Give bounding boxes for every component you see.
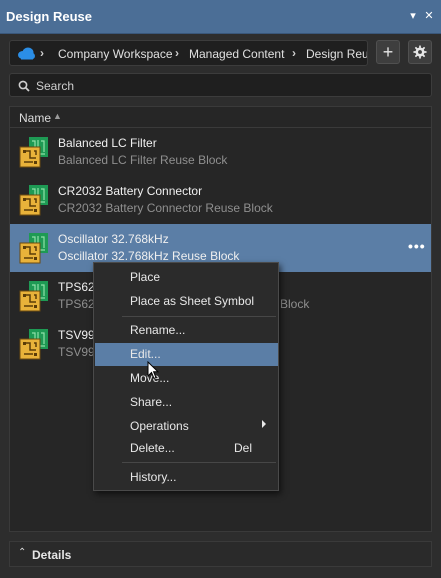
menu-item-label: Edit... xyxy=(130,347,161,361)
item-name: CR2032 Battery Connector xyxy=(58,184,203,198)
reuse-block-icon xyxy=(19,281,48,312)
menu-separator xyxy=(122,462,276,463)
breadcrumb-separator: › xyxy=(40,46,44,60)
submenu-arrow-icon xyxy=(262,420,266,428)
column-header-name[interactable]: Name xyxy=(19,111,51,125)
breadcrumb-item-managed-content[interactable]: Managed Content xyxy=(189,47,284,61)
reuse-block-icon xyxy=(19,329,48,360)
breadcrumb: › Company Workspace › Managed Content › … xyxy=(9,40,368,66)
menu-item-edit[interactable]: Edit... xyxy=(95,343,278,366)
list-item[interactable]: CR2032 Battery Connector CR2032 Battery … xyxy=(10,176,431,224)
item-description: Oscillator 32.768kHz Reuse Block xyxy=(58,249,240,263)
menu-separator xyxy=(122,316,276,317)
menu-item-label: Place as Sheet Symbol xyxy=(130,294,255,308)
reuse-block-icon xyxy=(19,185,48,216)
reuse-block-icon xyxy=(19,233,48,264)
details-label: Details xyxy=(32,548,72,562)
breadcrumb-item-company-workspace[interactable]: Company Workspace xyxy=(58,47,173,61)
search-input[interactable] xyxy=(36,77,416,95)
gear-icon xyxy=(413,45,427,59)
plus-icon: + xyxy=(382,42,394,62)
cloud-icon[interactable] xyxy=(16,46,36,63)
item-name: Balanced LC Filter xyxy=(58,136,157,150)
search-icon xyxy=(18,80,30,92)
panel-menu-dropdown-icon[interactable]: ▾ xyxy=(406,9,420,23)
breadcrumb-item-design-reuse[interactable]: Design Reuse xyxy=(306,47,367,61)
reuse-block-icon xyxy=(19,137,48,168)
list-header: Name ▲ xyxy=(10,107,431,128)
breadcrumb-separator: › xyxy=(292,46,296,60)
item-name: Oscillator 32.768kHz xyxy=(58,232,169,246)
menu-item-history[interactable]: History... xyxy=(95,466,278,489)
panel-title: Design Reuse xyxy=(6,9,92,24)
menu-item-place-as-sheet-symbol[interactable]: Place as Sheet Symbol xyxy=(95,290,278,313)
menu-item-place[interactable]: Place xyxy=(95,266,278,289)
item-description: CR2032 Battery Connector Reuse Block xyxy=(58,201,273,215)
breadcrumb-separator: › xyxy=(175,46,179,60)
mouse-pointer-icon xyxy=(147,361,159,380)
menu-item-label: Delete... xyxy=(130,441,175,455)
menu-item-label: Share... xyxy=(130,395,173,409)
menu-item-operations[interactable]: Operations xyxy=(95,415,278,438)
menu-item-label: History... xyxy=(130,470,177,484)
menu-item-share[interactable]: Share... xyxy=(95,391,278,414)
search-box xyxy=(9,73,432,97)
add-button[interactable]: + xyxy=(376,40,400,64)
list-item[interactable]: Balanced LC Filter Balanced LC Filter Re… xyxy=(10,128,431,176)
details-section-toggle[interactable]: ⌃ Details xyxy=(9,541,432,567)
menu-item-shortcut: Del xyxy=(234,441,253,455)
item-description: Balanced LC Filter Reuse Block xyxy=(58,153,228,167)
menu-item-move[interactable]: Move... xyxy=(95,367,278,390)
panel-titlebar: Design Reuse ▾ ✕ xyxy=(0,0,441,34)
more-options-icon[interactable]: ••• xyxy=(408,238,426,254)
menu-item-label: Operations xyxy=(130,419,189,433)
item-description-tail: Block xyxy=(280,297,310,311)
menu-item-delete[interactable]: Delete... Del xyxy=(95,437,278,460)
context-menu: Place Place as Sheet Symbol Rename... Ed… xyxy=(93,262,279,491)
menu-item-rename[interactable]: Rename... xyxy=(95,319,278,342)
chevron-up-icon: ⌃ xyxy=(18,547,27,558)
settings-button[interactable] xyxy=(408,40,432,64)
sort-ascending-icon: ▲ xyxy=(53,111,62,121)
close-icon[interactable]: ✕ xyxy=(422,9,436,23)
menu-item-label: Rename... xyxy=(130,323,186,337)
menu-item-label: Place xyxy=(130,270,161,284)
